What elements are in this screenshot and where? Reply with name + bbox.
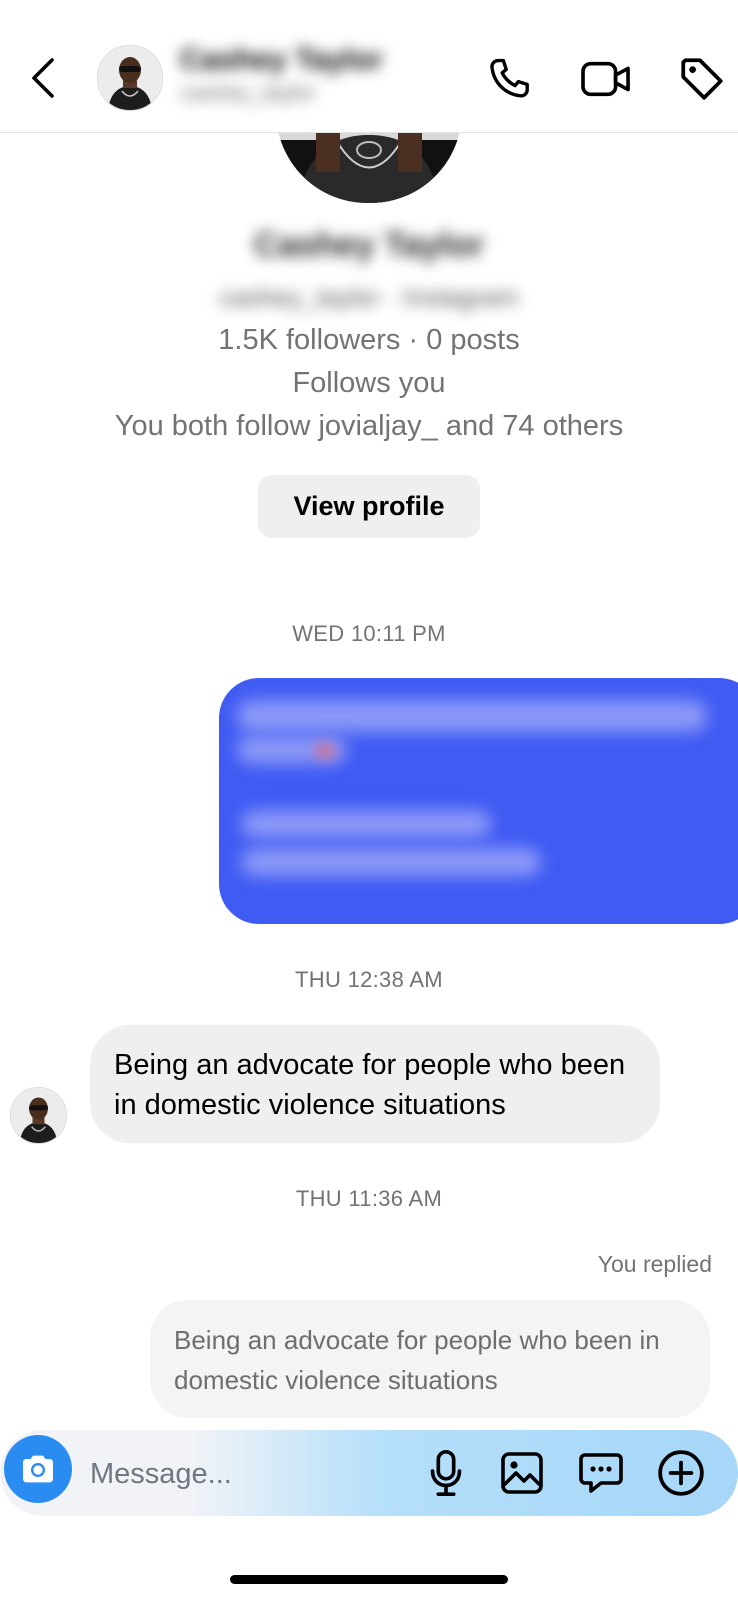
video-camera-icon <box>581 61 630 97</box>
timestamp: THU 11:36 AM <box>295 1186 443 1211</box>
phone-icon <box>490 58 529 98</box>
video-call-button[interactable] <box>578 52 634 106</box>
header-subtitle: cashey_taylor <box>180 80 316 105</box>
timestamp: WED 10:11 PM <box>292 621 446 646</box>
profile-stats: 1.5K followers · 0 posts <box>218 324 520 356</box>
received-message-text: Being an advocate for people who been in… <box>114 1049 626 1121</box>
timestamp: THU 12:38 AM <box>295 967 443 992</box>
more-options-button[interactable] <box>654 1446 708 1500</box>
sent-message-bubble[interactable] <box>219 678 738 924</box>
camera-button[interactable] <box>4 1435 72 1503</box>
voice-message-button[interactable] <box>422 1446 470 1500</box>
microphone-icon <box>430 1450 462 1496</box>
home-indicator[interactable] <box>230 1575 508 1584</box>
mutual-followers: You both follow jovialjay_ and 74 others <box>114 410 624 442</box>
tag-icon <box>681 58 723 100</box>
reply-quote-bubble[interactable]: Being an advocate for people who been in… <box>150 1300 710 1418</box>
back-button[interactable] <box>18 50 68 106</box>
sender-avatar[interactable] <box>10 1087 67 1144</box>
chat-bubble-icon <box>579 1453 623 1493</box>
header-name[interactable]: Cashey Taylor <box>180 42 450 78</box>
chevron-left-icon <box>32 58 54 98</box>
follows-you-label: Follows you <box>292 367 446 399</box>
received-message-bubble[interactable]: Being an advocate for people who been in… <box>90 1025 660 1143</box>
gallery-button[interactable] <box>496 1446 548 1500</box>
image-icon <box>501 1452 543 1494</box>
profile-handle: cashey_taylor · Instagram <box>219 282 519 312</box>
chat-header: Cashey Taylor cashey_taylor <box>0 0 738 133</box>
camera-icon <box>23 1455 53 1483</box>
header-avatar[interactable] <box>97 45 163 111</box>
view-profile-button[interactable]: View profile <box>258 475 480 538</box>
sticker-button[interactable] <box>574 1446 628 1500</box>
message-input[interactable] <box>88 1448 392 1500</box>
call-button[interactable] <box>482 52 536 106</box>
you-replied-label: You replied <box>597 1251 712 1277</box>
plus-circle-icon <box>658 1450 704 1496</box>
tag-button[interactable] <box>674 52 730 106</box>
profile-name: Cashey Taylor <box>254 226 484 264</box>
reply-quote-text: Being an advocate for people who been in… <box>174 1325 660 1395</box>
